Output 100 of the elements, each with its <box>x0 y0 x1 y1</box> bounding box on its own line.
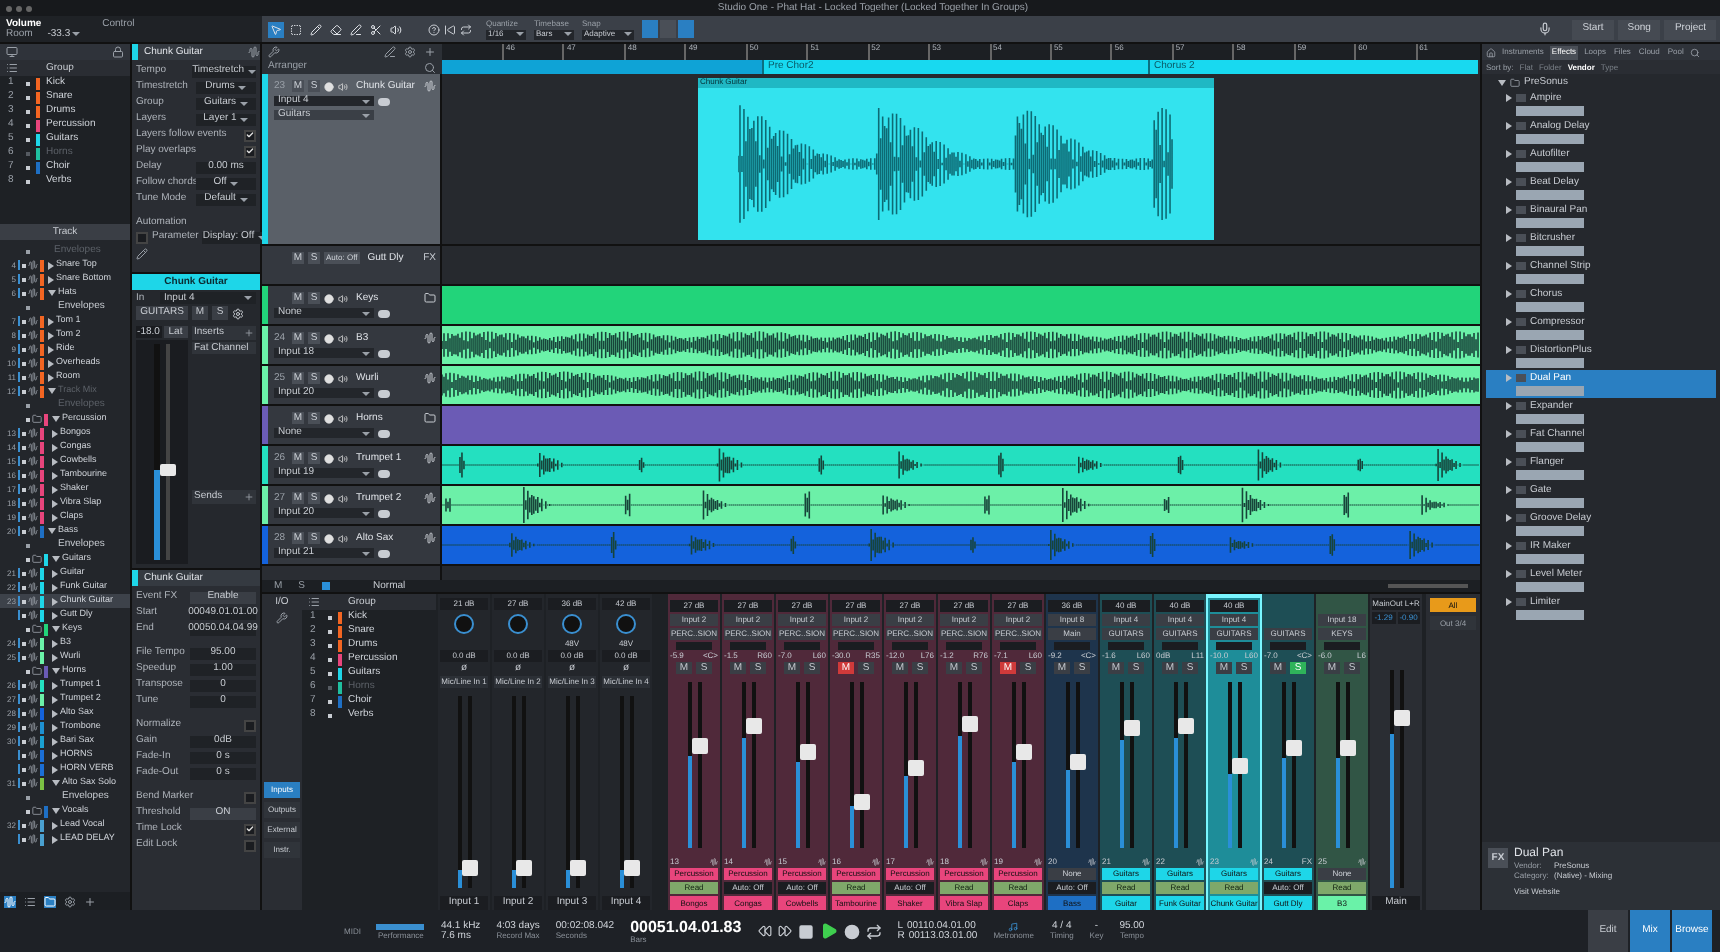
expanded-triangle-icon[interactable] <box>52 668 60 674</box>
gain-knob[interactable] <box>616 614 636 634</box>
expanded-triangle-icon[interactable] <box>52 808 60 814</box>
eraser-icon[interactable] <box>328 21 344 37</box>
pan-slider[interactable] <box>1054 642 1090 650</box>
add-icon[interactable] <box>424 46 436 58</box>
collapsed-triangle-icon[interactable] <box>52 835 58 843</box>
monitor-icon[interactable] <box>6 46 18 58</box>
collapsed-triangle-icon[interactable] <box>52 821 58 829</box>
speaker-icon[interactable] <box>388 21 404 37</box>
pan-slider[interactable] <box>1216 642 1252 650</box>
expanded-triangle-icon[interactable] <box>52 416 60 422</box>
pen-icon[interactable] <box>348 21 364 37</box>
monitor-toggle[interactable] <box>378 349 390 357</box>
monitor-toggle[interactable] <box>378 469 390 477</box>
collapsed-triangle-icon[interactable] <box>52 457 58 465</box>
monitor-icon[interactable] <box>338 453 348 463</box>
record-icon[interactable] <box>324 333 334 343</box>
collapsed-triangle-icon[interactable] <box>52 471 58 479</box>
pan-slider[interactable] <box>946 642 982 650</box>
scrollbar[interactable] <box>1388 584 1468 588</box>
collapsed-triangle-icon[interactable] <box>52 499 58 507</box>
collapsed-triangle-icon[interactable] <box>52 597 58 605</box>
wrench-icon[interactable] <box>268 46 280 58</box>
collapsed-triangle-icon[interactable] <box>52 443 58 451</box>
add-icon[interactable] <box>84 895 96 907</box>
loop-icon[interactable] <box>865 923 882 939</box>
window-controls-icon[interactable] <box>6 5 32 11</box>
collapsed-triangle-icon[interactable] <box>52 639 58 647</box>
record-icon[interactable] <box>843 923 860 939</box>
checkbox[interactable] <box>244 823 256 835</box>
monitor-icon[interactable] <box>338 333 348 343</box>
collapsed-triangle-icon[interactable] <box>52 569 58 577</box>
pan-slider[interactable] <box>676 642 712 650</box>
pan-slider[interactable] <box>784 642 820 650</box>
pan-slider[interactable] <box>1324 642 1360 650</box>
record-icon[interactable] <box>324 533 334 543</box>
search-icon[interactable] <box>1689 47 1700 57</box>
monitor-icon[interactable] <box>338 293 348 303</box>
list-icon[interactable] <box>6 62 18 74</box>
pan-slider[interactable] <box>1270 642 1306 650</box>
list-icon[interactable] <box>24 895 36 907</box>
record-icon[interactable] <box>324 81 334 91</box>
pan-slider[interactable] <box>1108 642 1144 650</box>
scissors-icon[interactable] <box>368 21 384 37</box>
grid-icon[interactable] <box>321 582 330 590</box>
expanded-triangle-icon[interactable] <box>52 780 60 786</box>
collapsed-triangle-icon[interactable] <box>52 737 58 745</box>
help-icon[interactable] <box>428 23 440 35</box>
checkbox[interactable] <box>136 231 148 243</box>
pointer-icon[interactable] <box>268 21 284 37</box>
checkbox[interactable] <box>244 129 256 141</box>
record-icon[interactable] <box>324 413 334 423</box>
pan-slider[interactable] <box>1162 642 1198 650</box>
expanded-triangle-icon[interactable] <box>48 528 56 534</box>
checkbox[interactable] <box>244 145 256 157</box>
search-icon[interactable] <box>424 61 436 73</box>
add-icon[interactable] <box>244 328 254 338</box>
expanded-triangle-icon[interactable] <box>48 290 56 296</box>
monitor-toggle[interactable] <box>378 429 390 437</box>
monitor-icon[interactable] <box>338 413 348 423</box>
add-icon[interactable] <box>244 492 254 502</box>
monitor-toggle[interactable] <box>378 389 390 397</box>
collapsed-triangle-icon[interactable] <box>52 723 58 731</box>
pan-slider[interactable] <box>1000 642 1036 650</box>
settings-icon[interactable] <box>64 895 76 907</box>
monitor-toggle[interactable] <box>378 549 390 557</box>
play-icon[interactable] <box>819 922 838 940</box>
collapsed-triangle-icon[interactable] <box>52 429 58 437</box>
automation-icon[interactable] <box>384 46 396 58</box>
checkbox[interactable] <box>244 719 256 731</box>
pan-slider[interactable] <box>892 642 928 650</box>
skip-icon[interactable] <box>444 23 456 35</box>
expanded-triangle-icon[interactable] <box>1498 80 1506 86</box>
microphone-icon[interactable] <box>1538 22 1553 36</box>
checkbox[interactable] <box>244 791 256 803</box>
monitor-toggle[interactable] <box>378 97 390 105</box>
checkbox[interactable] <box>244 839 256 851</box>
fast-forward-icon[interactable] <box>777 924 792 938</box>
gain-knob[interactable] <box>508 614 528 634</box>
monitor-toggle[interactable] <box>378 509 390 517</box>
settings-icon[interactable] <box>232 308 244 320</box>
collapsed-triangle-icon[interactable] <box>52 765 58 773</box>
expanded-triangle-icon[interactable] <box>52 556 60 562</box>
collapsed-triangle-icon[interactable] <box>52 751 58 759</box>
collapsed-triangle-icon[interactable] <box>52 681 58 689</box>
gain-knob[interactable] <box>562 614 582 634</box>
pencil-icon[interactable] <box>308 21 324 37</box>
monitor-icon[interactable] <box>338 493 348 503</box>
monitor-icon[interactable] <box>338 81 348 91</box>
collapsed-triangle-icon[interactable] <box>52 513 58 521</box>
metronome-icon[interactable] <box>1008 922 1019 932</box>
record-icon[interactable] <box>324 453 334 463</box>
pan-slider[interactable] <box>838 642 874 650</box>
collapsed-triangle-icon[interactable] <box>52 695 58 703</box>
lock-icon[interactable] <box>112 46 124 58</box>
pan-slider[interactable] <box>730 642 766 650</box>
gain-knob[interactable] <box>454 614 474 634</box>
loop-icon[interactable] <box>460 23 472 35</box>
collapsed-triangle-icon[interactable] <box>52 709 58 717</box>
